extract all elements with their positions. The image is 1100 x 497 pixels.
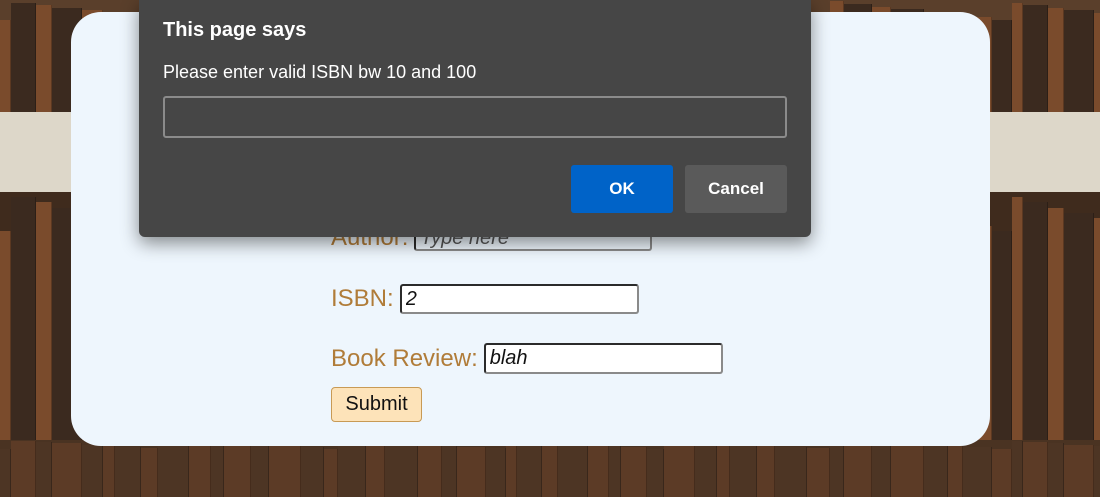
book-spine bbox=[158, 440, 189, 497]
book-spine bbox=[695, 442, 717, 497]
book-spine bbox=[807, 447, 830, 497]
book-spine bbox=[1023, 442, 1048, 497]
isbn-row: ISBN: bbox=[331, 284, 639, 314]
book-spine bbox=[948, 446, 963, 497]
book-spine bbox=[141, 447, 158, 497]
book-spine bbox=[717, 443, 730, 497]
book-spine bbox=[251, 445, 269, 497]
book-spine bbox=[1012, 441, 1023, 497]
book-spine bbox=[757, 445, 775, 497]
book-spine bbox=[301, 447, 324, 497]
book-spine bbox=[963, 447, 992, 497]
book-spine bbox=[664, 441, 695, 497]
book-spine bbox=[506, 440, 517, 497]
book-spine bbox=[872, 442, 891, 497]
book-spine bbox=[52, 443, 82, 497]
book-spine bbox=[1064, 212, 1094, 452]
book-spine bbox=[11, 2, 36, 130]
book-spine bbox=[211, 442, 224, 497]
book-spine bbox=[1094, 445, 1100, 497]
book-spine bbox=[486, 447, 506, 497]
book-spine bbox=[1012, 2, 1023, 130]
book-spine bbox=[992, 448, 1012, 497]
book-spine bbox=[385, 443, 418, 497]
book-spine bbox=[324, 448, 338, 497]
book-spine bbox=[1048, 207, 1064, 452]
review-input[interactable] bbox=[483, 343, 723, 374]
book-spine bbox=[588, 445, 609, 497]
bookshelf-row-bottom bbox=[0, 440, 1100, 497]
review-row: Book Review: bbox=[331, 343, 723, 374]
prompt-dialog: This page says Please enter valid ISBN b… bbox=[139, 0, 811, 237]
book-spine bbox=[11, 197, 36, 452]
dialog-message: Please enter valid ISBN bw 10 and 100 bbox=[163, 62, 477, 82]
book-spine bbox=[189, 441, 211, 497]
book-spine bbox=[0, 231, 11, 452]
book-spine bbox=[517, 441, 542, 497]
book-spine bbox=[830, 440, 844, 497]
book-spine bbox=[36, 202, 52, 452]
book-spine bbox=[82, 444, 103, 497]
book-spine bbox=[1094, 218, 1100, 452]
dialog-input[interactable] bbox=[163, 96, 787, 138]
book-spine bbox=[1048, 443, 1064, 497]
book-spine bbox=[224, 444, 251, 497]
book-spine bbox=[844, 441, 872, 497]
book-spine bbox=[1023, 202, 1048, 452]
book-spine bbox=[11, 441, 36, 497]
book-spine bbox=[647, 448, 664, 497]
book-spine bbox=[621, 447, 647, 497]
book-spine bbox=[558, 444, 588, 497]
isbn-label: ISBN: bbox=[331, 285, 394, 312]
submit-button[interactable]: Submit bbox=[331, 387, 422, 422]
book-spine bbox=[103, 445, 115, 497]
book-spine bbox=[775, 446, 807, 497]
book-spine bbox=[338, 441, 366, 497]
book-spine bbox=[891, 444, 924, 497]
book-spine bbox=[542, 442, 558, 497]
book-spine bbox=[418, 444, 442, 497]
book-spine bbox=[924, 445, 948, 497]
ok-button[interactable]: OK bbox=[571, 165, 673, 213]
book-spine bbox=[609, 446, 621, 497]
book-spine bbox=[1064, 444, 1094, 497]
dialog-title: This page says bbox=[163, 19, 307, 41]
book-spine bbox=[730, 444, 757, 497]
page: Author: ISBN: Book Review: Submit This p… bbox=[0, 0, 1100, 497]
book-spine bbox=[457, 446, 486, 497]
book-spine bbox=[269, 446, 301, 497]
book-spine bbox=[115, 446, 141, 497]
book-spine bbox=[992, 231, 1012, 452]
isbn-input[interactable] bbox=[399, 284, 639, 314]
cancel-button[interactable]: Cancel bbox=[685, 165, 787, 213]
review-label: Book Review: bbox=[331, 344, 478, 372]
book-spine bbox=[366, 442, 385, 497]
book-spine bbox=[1012, 197, 1023, 452]
book-spine bbox=[36, 442, 52, 497]
book-spine bbox=[442, 445, 457, 497]
book-spine bbox=[0, 448, 11, 497]
